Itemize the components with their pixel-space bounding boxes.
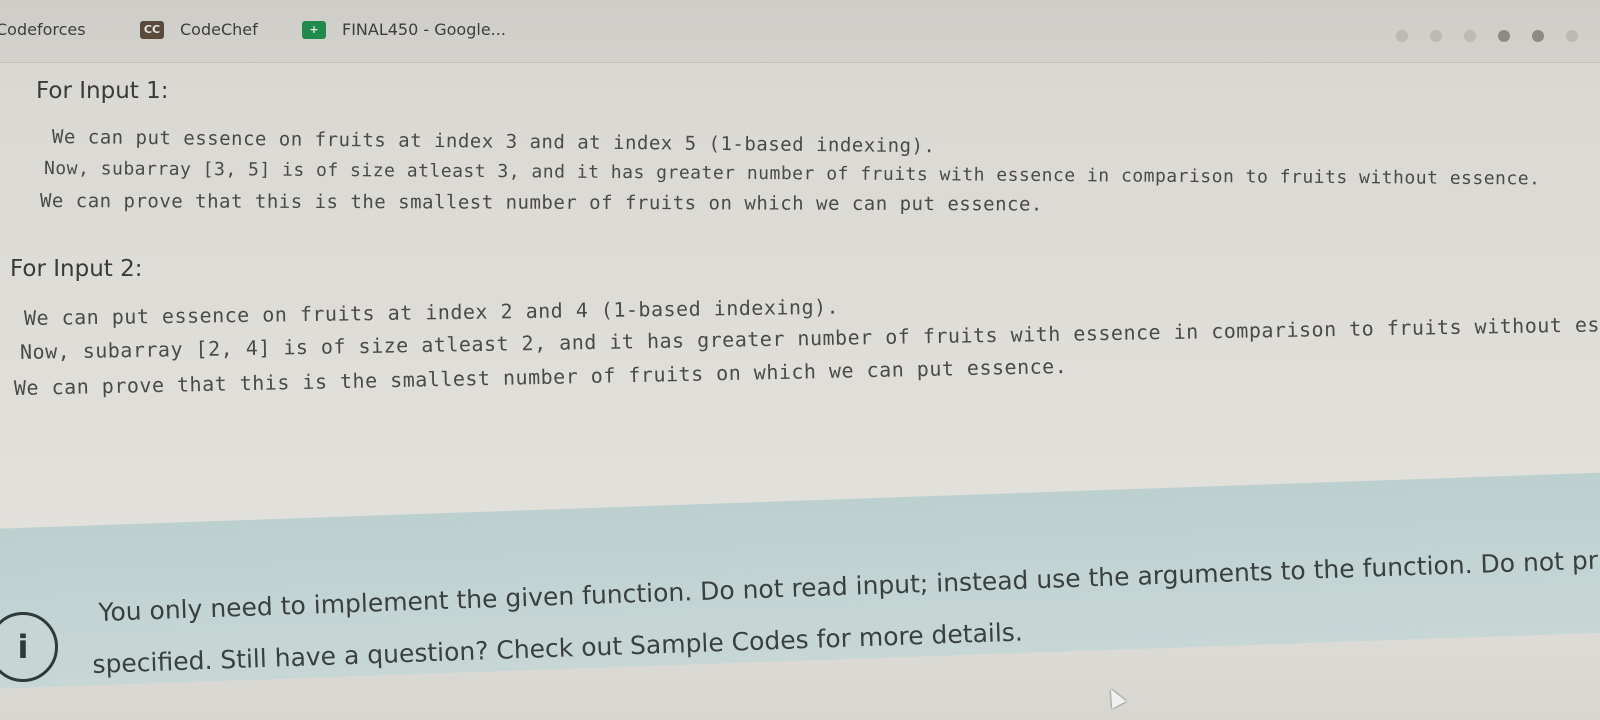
example-2-line-1: We can put essence on fruits at index 2 … [23,294,840,330]
bookmarks-bar: Codeforces CC CodeChef + FINAL450 - Goog… [0,0,1600,63]
example-1-line-3: We can prove that this is the smallest n… [39,190,1043,216]
bookmark-label: CodeChef [180,20,258,39]
screen: Codeforces CC CodeChef + FINAL450 - Goog… [0,0,1600,720]
bookmark-codeforces[interactable]: Codeforces [0,20,86,39]
bookmark-final450[interactable]: + FINAL450 - Google... [302,20,506,39]
bookmark-label: Codeforces [0,20,86,39]
profile-icon[interactable] [1566,30,1578,42]
extension-icon[interactable] [1464,30,1476,42]
example-1-heading: For Input 1: [36,78,169,104]
example-2-heading: For Input 2: [10,256,143,282]
extension-icon[interactable] [1532,30,1544,42]
codechef-icon: CC [140,20,164,39]
example-1-line-2: Now, subarray [3, 5] is of size atleast … [43,158,1541,190]
extension-icon[interactable] [1430,30,1442,42]
bookmark-label: FINAL450 - Google... [342,20,506,39]
extension-icon[interactable] [1396,30,1408,42]
google-sheets-icon: + [302,20,326,39]
example-1-line-1: We can put essence on fruits at index 3 … [51,126,936,158]
toolbar-icons [1396,30,1578,42]
extension-icon[interactable] [1498,30,1510,42]
bookmark-codechef[interactable]: CC CodeChef [140,20,258,39]
